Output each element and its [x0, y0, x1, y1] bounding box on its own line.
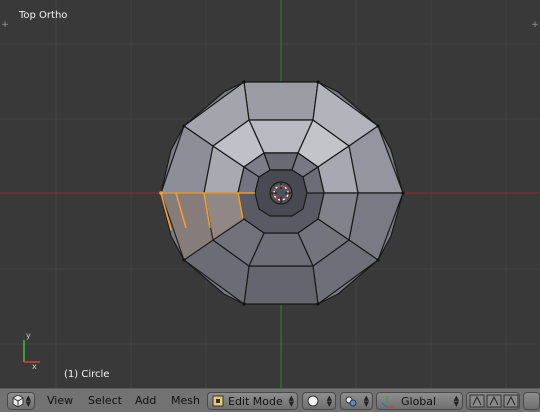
editor-type-icon	[12, 395, 24, 407]
edit-mode-icon	[212, 395, 224, 407]
3d-viewport[interactable]: y x Top Ortho (1) Circle + +	[0, 0, 540, 388]
selector-arrows-icon: ▲ ▼	[453, 394, 459, 408]
viewport-shading-selector[interactable]: ▲ ▼	[302, 392, 336, 410]
properties-expand-icon[interactable]: +	[530, 20, 540, 30]
layer-icon	[469, 394, 519, 408]
snap-toggle-button[interactable]	[523, 392, 540, 410]
viewport-shading-icon	[307, 395, 319, 407]
toolshelf-expand-icon[interactable]: +	[0, 20, 10, 30]
axis-gizmo: y x	[23, 331, 40, 371]
menu-view[interactable]: View	[47, 394, 73, 407]
transform-orientation-selector[interactable]: Global ▲ ▼	[376, 392, 463, 410]
selector-arrows-icon: ▲ ▼	[288, 394, 294, 408]
object-name-label: (1) Circle	[64, 369, 110, 380]
viewport-canvas[interactable]: y x	[0, 0, 540, 388]
orientation-label: Global	[401, 395, 437, 408]
mode-selector[interactable]: Edit Mode ▲ ▼	[207, 392, 298, 410]
view-name-label: Top Ortho	[19, 10, 68, 21]
selector-arrows-icon: ▲ ▼	[25, 394, 31, 408]
selector-arrows-icon: ▲ ▼	[363, 394, 369, 408]
editor-type-selector[interactable]: ▲ ▼	[7, 392, 35, 410]
pivot-point-selector[interactable]: ▲ ▼	[340, 392, 373, 410]
pivot-point-icon	[345, 396, 357, 407]
manipulator-icon	[381, 396, 393, 408]
menu-select[interactable]: Select	[88, 394, 122, 407]
3d-view-header: ▲ ▼ View Select Add Mesh Edit Mode ▲ ▼ ▲ ▼ …	[0, 388, 540, 412]
selector-arrows-icon: ▲ ▼	[326, 394, 332, 408]
svg-text:x: x	[32, 362, 37, 371]
mode-label: Edit Mode	[228, 395, 283, 408]
menu-add[interactable]: Add	[135, 394, 156, 407]
svg-text:y: y	[26, 331, 31, 340]
snap-layer-group[interactable]	[466, 392, 520, 410]
menu-mesh[interactable]: Mesh	[171, 394, 200, 407]
